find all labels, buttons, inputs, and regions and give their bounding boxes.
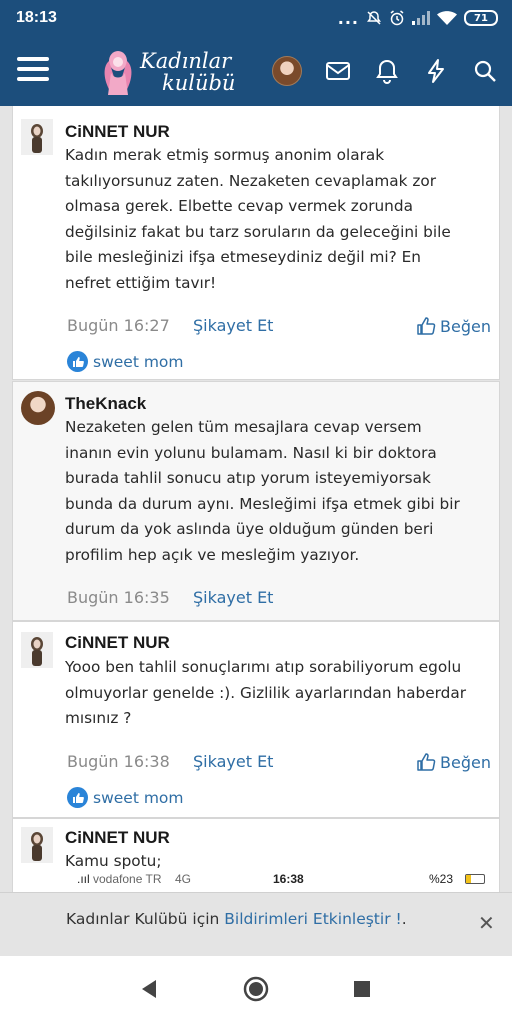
report-link[interactable]: Şikayet Et: [193, 752, 273, 771]
like-button[interactable]: Beğen: [416, 752, 491, 772]
battery-icon: 71: [464, 10, 498, 26]
author-name[interactable]: CiNNET NUR: [65, 122, 170, 142]
like-label: Beğen: [440, 752, 491, 772]
app-header: Kadınlar kulübü: [0, 36, 512, 106]
thumbs-up-icon: [417, 317, 436, 335]
embedded-screenshot[interactable]: .ııl vodafone TR 4G 16:38 %23: [65, 871, 495, 887]
post-card: CiNNET NUR Kadın merak etmiş sormuş anon…: [12, 106, 500, 380]
embedded-battery: %23: [429, 872, 454, 886]
post-body: Nezaketen gelen tüm mesajlara cevap vers…: [65, 418, 460, 564]
more-dots: ...: [337, 8, 359, 28]
site-logo[interactable]: Kadınlar kulübü: [100, 44, 235, 100]
post-time[interactable]: Bugün 16:38: [67, 752, 170, 771]
embedded-time: 16:38: [273, 872, 304, 886]
bell-icon[interactable]: [373, 57, 401, 85]
author-avatar[interactable]: [21, 391, 55, 425]
logo-text: Kadınlar kulübü: [140, 49, 236, 95]
like-badge-icon: [67, 787, 88, 808]
post-time[interactable]: Bugün 16:27: [67, 316, 170, 335]
mail-icon[interactable]: [324, 57, 352, 85]
notification-banner: Kadınlar Kulübü için Bildirimleri Etkinl…: [0, 892, 512, 956]
reaction-summary[interactable]: sweet mom: [67, 787, 184, 808]
wifi-icon: [437, 11, 457, 25]
logo-woman-icon: [104, 51, 132, 95]
signal-icon: [412, 11, 430, 25]
post-card: CiNNET NUR Yooo ben tahlil sonuçlarımı a…: [12, 621, 500, 818]
alarm-icon: [390, 10, 404, 26]
enable-notifications-link[interactable]: Bildirimleri Etkinleştir !: [224, 910, 401, 928]
report-link[interactable]: Şikayet Et: [193, 588, 273, 607]
search-icon[interactable]: [471, 57, 499, 85]
post-card: CiNNET NUR Kamu spotu; .ııl vodafone TR …: [12, 818, 500, 892]
post-time[interactable]: Bugün 16:35: [67, 588, 170, 607]
author-name[interactable]: TheKnack: [65, 394, 146, 414]
menu-icon[interactable]: [17, 57, 49, 83]
post-body: Kadın merak etmiş sormuş anonim olarak t…: [65, 146, 451, 292]
author-avatar[interactable]: [21, 119, 53, 155]
status-time: 18:13: [16, 9, 57, 26]
post-body: Yooo ben tahlil sonuçlarımı atıp sorabil…: [65, 658, 467, 727]
embedded-signal: .ııl: [77, 872, 90, 886]
author-avatar[interactable]: [21, 632, 53, 668]
author-avatar[interactable]: [21, 827, 53, 863]
reaction-summary[interactable]: sweet mom: [67, 351, 184, 372]
reaction-user: sweet mom: [93, 352, 184, 371]
banner-text: Kadınlar Kulübü için Bildirimleri Etkinl…: [66, 910, 407, 928]
embedded-battery-icon: [465, 874, 485, 884]
report-link[interactable]: Şikayet Et: [193, 316, 273, 335]
embedded-network: 4G: [175, 872, 192, 886]
post-card: TheKnack Nezaketen gelen tüm mesajlara c…: [12, 381, 500, 621]
thread-content: CiNNET NUR Kadın merak etmiş sormuş anon…: [0, 106, 512, 892]
author-name[interactable]: CiNNET NUR: [65, 633, 170, 653]
recents-icon[interactable]: [352, 979, 372, 999]
reaction-user: sweet mom: [93, 788, 184, 807]
user-avatar[interactable]: [272, 56, 302, 86]
mute-icon: [367, 11, 381, 25]
status-bar: 18:13 ... 71: [0, 0, 512, 36]
battery-level: 71: [474, 12, 488, 24]
like-button[interactable]: Beğen: [416, 316, 491, 336]
back-icon[interactable]: [138, 977, 160, 1001]
like-label: Beğen: [440, 316, 491, 336]
like-badge-icon: [67, 351, 88, 372]
lightning-icon[interactable]: [422, 57, 450, 85]
system-nav-bar: [0, 956, 512, 1024]
status-icons: ... 71: [338, 9, 498, 28]
close-icon[interactable]: ✕: [478, 911, 495, 935]
embedded-carrier: vodafone TR: [93, 872, 162, 886]
author-name[interactable]: CiNNET NUR: [65, 828, 170, 848]
home-icon[interactable]: [242, 975, 270, 1003]
thumbs-up-icon: [417, 753, 436, 771]
